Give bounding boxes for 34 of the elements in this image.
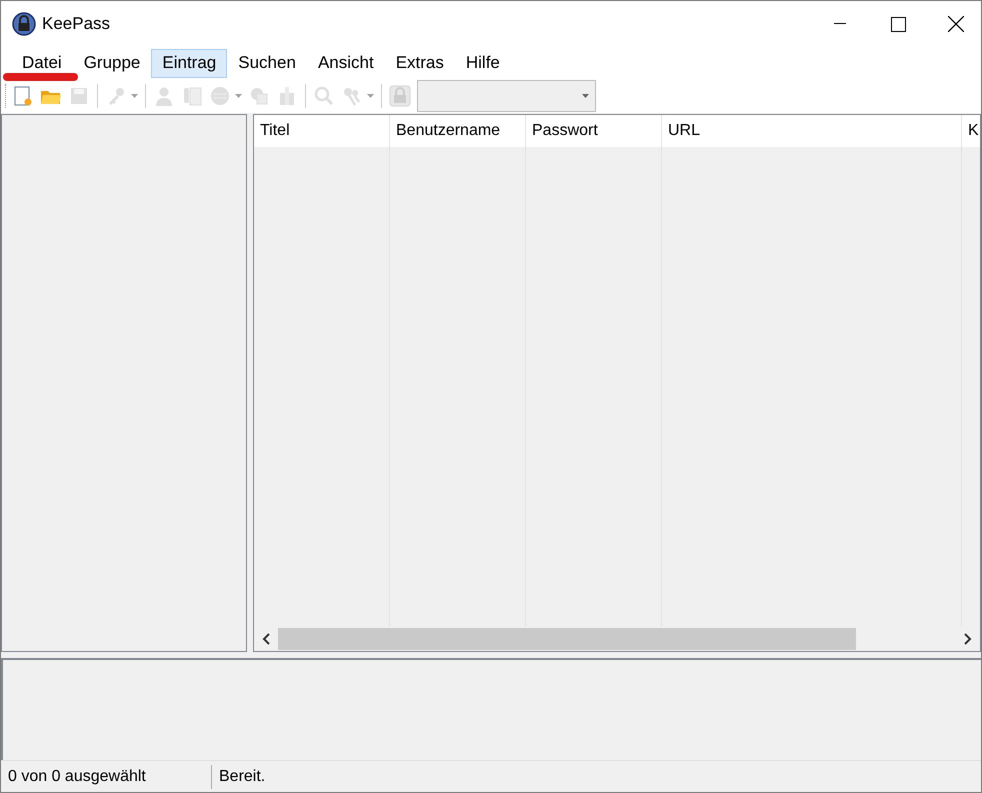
column-header[interactable]: K [962, 115, 980, 147]
key-card-icon [181, 85, 203, 107]
status-text: Bereit. [218, 766, 266, 786]
window-title: KeePass [42, 13, 110, 36]
menu-item[interactable]: Extras [384, 48, 455, 78]
search-icon [313, 85, 335, 107]
menu-item[interactable]: Gruppe [72, 48, 152, 78]
menu-item[interactable]: Suchen [227, 48, 307, 78]
column-header[interactable]: URL [662, 115, 962, 147]
column-header[interactable]: Passwort [526, 115, 662, 147]
copy-icon [248, 85, 270, 107]
caret-icon [367, 94, 374, 98]
scroll-right-icon [964, 633, 972, 645]
caret-icon [131, 94, 138, 98]
menu-item[interactable]: Datei [11, 48, 73, 78]
lock-icon [389, 85, 411, 107]
close-icon [948, 16, 964, 32]
dropdown-arrow-icon [582, 94, 589, 98]
minimize-icon [834, 23, 846, 25]
menu-item[interactable]: Ansicht [306, 48, 385, 78]
user-icon [153, 85, 175, 107]
padlock-logo-icon [12, 12, 36, 36]
scroll-left-icon [262, 633, 270, 645]
globe-icon [209, 85, 231, 107]
menu-item[interactable]: Hilfe [454, 48, 511, 78]
status-text: 0 von 0 ausgewählt [1, 764, 212, 788]
column-header[interactable]: Titel [254, 115, 390, 147]
column-header[interactable]: Benutzername [390, 115, 526, 147]
maximize-icon [890, 16, 906, 32]
caret-icon [235, 94, 242, 98]
keys-icon [341, 85, 363, 107]
menu-item[interactable]: Eintrag [151, 48, 228, 78]
new-document-icon [12, 85, 34, 107]
scrollbar-thumb[interactable] [278, 628, 856, 650]
